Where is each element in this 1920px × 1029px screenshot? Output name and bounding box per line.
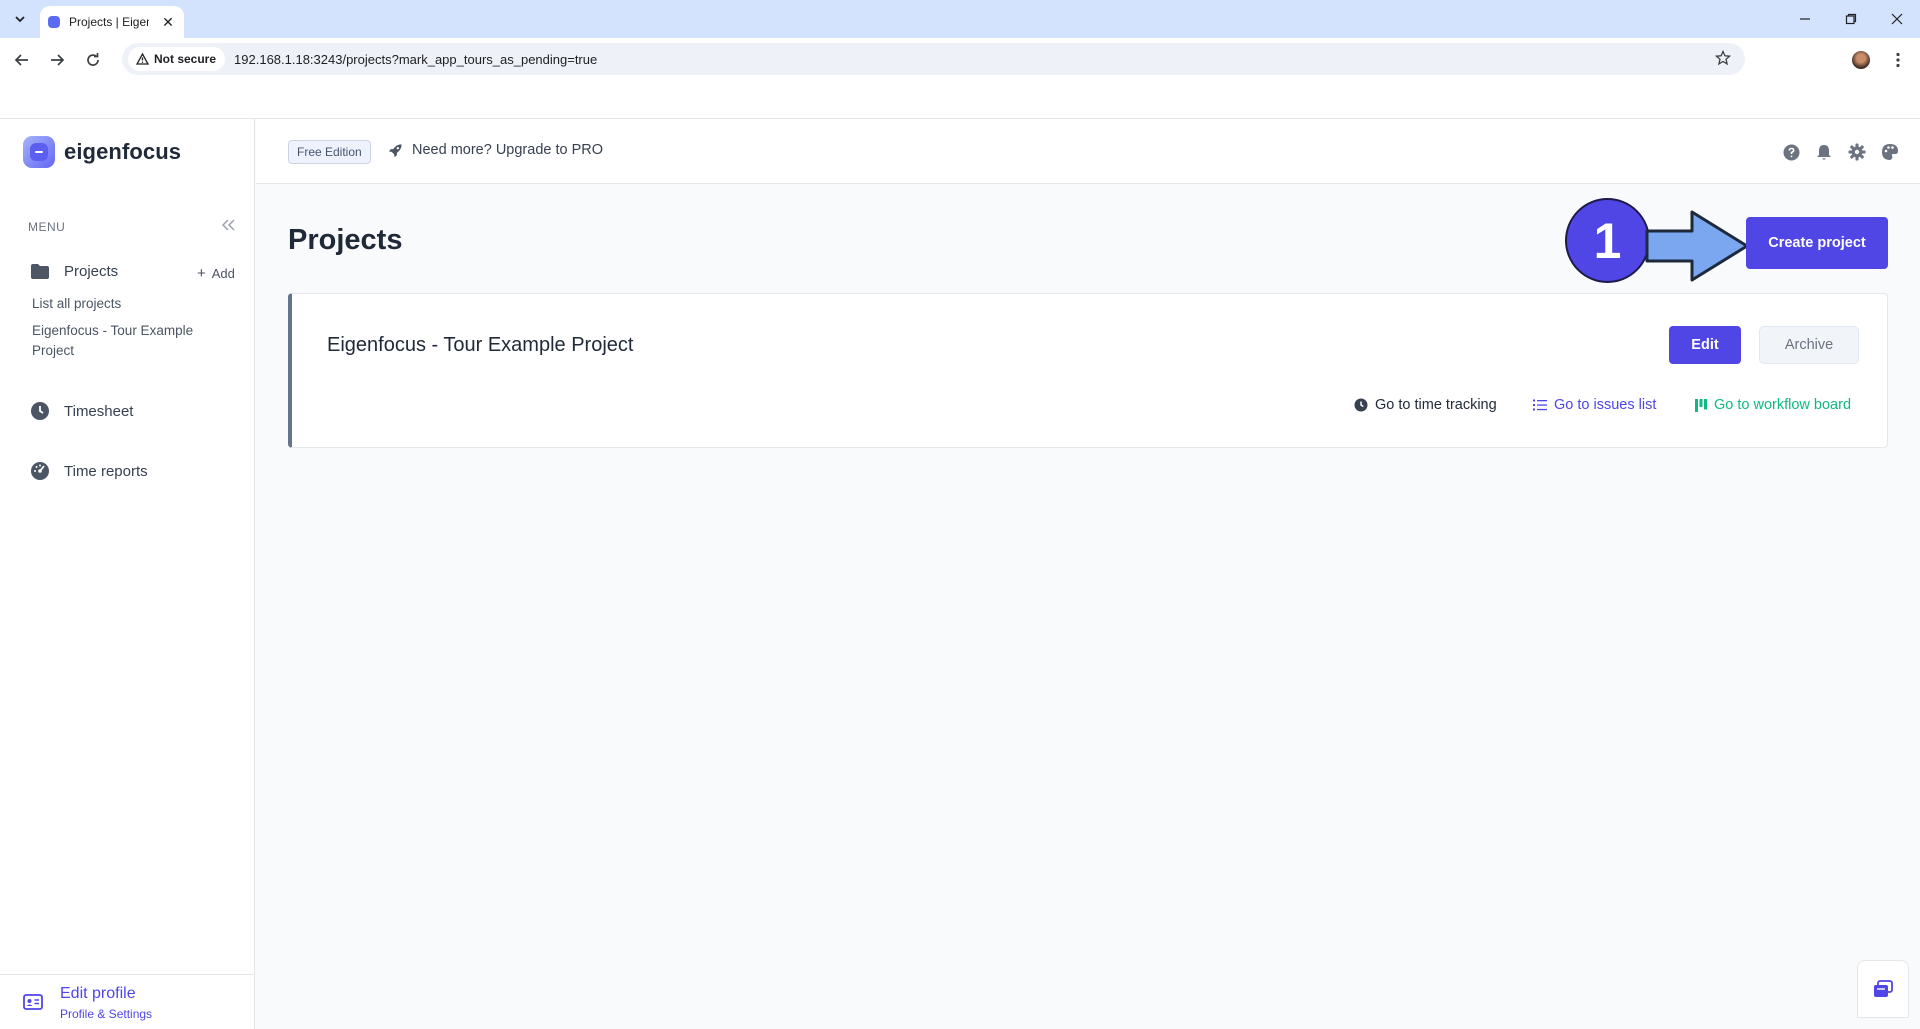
browser-spacer xyxy=(0,80,1920,118)
sidebar-link-list-projects[interactable]: List all projects xyxy=(32,294,121,314)
add-label: Add xyxy=(211,266,235,281)
browser-menu-button[interactable] xyxy=(1888,50,1908,70)
chevron-down-icon xyxy=(15,16,25,23)
address-bar[interactable]: Not secure 192.168.1.18:3243/projects?ma… xyxy=(122,43,1745,75)
brand[interactable]: eigenfocus xyxy=(23,136,181,168)
browser-tab[interactable]: Projects | Eigenfocus ✕ xyxy=(40,6,184,38)
theme-button[interactable] xyxy=(1880,142,1900,162)
help-button[interactable] xyxy=(1781,142,1801,162)
upgrade-link[interactable]: Need more? Upgrade to PRO xyxy=(388,142,603,158)
workflow-board-link[interactable]: Go to workflow board xyxy=(1695,397,1851,413)
close-icon[interactable]: ✕ xyxy=(160,14,176,31)
minimize-button[interactable] xyxy=(1782,0,1828,38)
restore-icon xyxy=(1845,13,1857,25)
sidebar-item-timesheet[interactable]: Timesheet xyxy=(30,401,133,421)
tour-arrow-icon xyxy=(1645,210,1749,282)
edition-badge: Free Edition xyxy=(288,140,371,164)
question-icon xyxy=(1783,144,1799,160)
plus-icon: + xyxy=(197,265,206,282)
sidebar: eigenfocus MENU Projects + Add List all … xyxy=(0,119,255,1029)
forward-button[interactable] xyxy=(43,46,71,74)
clock-icon xyxy=(1354,398,1368,412)
id-card-icon xyxy=(23,994,43,1010)
security-indicator[interactable]: Not secure xyxy=(128,47,226,71)
settings-button[interactable] xyxy=(1847,142,1867,162)
time-tracking-link[interactable]: Go to time tracking xyxy=(1354,397,1497,413)
chevrons-left-icon xyxy=(221,219,235,231)
url-text: 192.168.1.18:3243/projects?mark_app_tour… xyxy=(234,51,598,67)
folder-icon xyxy=(31,264,49,279)
warning-icon xyxy=(136,53,149,65)
logo-icon xyxy=(23,136,55,168)
more-vertical-icon xyxy=(1896,52,1900,68)
restore-button[interactable] xyxy=(1828,0,1874,38)
rocket-icon xyxy=(388,143,402,157)
workflow-board-label: Go to workflow board xyxy=(1714,397,1852,413)
kanban-icon xyxy=(1695,398,1707,412)
menu-label: MENU xyxy=(28,220,66,234)
page-title: Projects xyxy=(288,224,403,256)
arrow-right-icon xyxy=(51,54,65,66)
gear-icon xyxy=(1848,143,1866,161)
issues-list-label: Go to issues list xyxy=(1554,397,1657,413)
collapse-sidebar-button[interactable] xyxy=(220,217,240,237)
edit-profile-link[interactable]: Edit profile xyxy=(60,985,136,1003)
gauge-icon xyxy=(31,462,49,480)
project-name[interactable]: Eigenfocus - Tour Example Project xyxy=(327,334,633,357)
close-icon xyxy=(1891,13,1903,25)
notifications-button[interactable] xyxy=(1814,142,1834,162)
favicon-icon xyxy=(48,16,60,28)
browser-tab-bar: Projects | Eigenfocus ✕ xyxy=(0,0,1920,38)
profile-settings-label: Profile & Settings xyxy=(60,1007,153,1021)
tab-title: Projects | Eigenfocus xyxy=(69,15,149,29)
brand-name: eigenfocus xyxy=(64,139,182,164)
floating-action-button[interactable] xyxy=(1857,960,1909,1018)
back-button[interactable] xyxy=(8,46,36,74)
project-card: Eigenfocus - Tour Example Project Edit A… xyxy=(288,293,1888,448)
issues-list-link[interactable]: Go to issues list xyxy=(1533,397,1656,413)
header-icons xyxy=(1768,142,1900,162)
sidebar-item-projects[interactable]: Projects xyxy=(30,263,118,280)
clock-icon xyxy=(31,402,49,420)
app-header: Free Edition Need more? Upgrade to PRO xyxy=(256,119,1920,184)
time-tracking-label: Go to time tracking xyxy=(1375,397,1497,413)
window-controls xyxy=(1782,0,1920,38)
list-icon xyxy=(1533,399,1547,411)
sidebar-item-label: Time reports xyxy=(64,462,148,480)
bookmark-button[interactable] xyxy=(1714,49,1732,71)
minimize-icon xyxy=(1800,18,1810,20)
browser-toolbar: Not secure 192.168.1.18:3243/projects?ma… xyxy=(0,38,1920,80)
sidebar-item-label: Projects xyxy=(64,263,119,280)
create-project-button[interactable]: Create project xyxy=(1746,217,1888,269)
palette-icon xyxy=(1882,144,1898,160)
sidebar-footer[interactable]: Edit profile Profile & Settings xyxy=(0,974,254,1029)
windows-stack-icon xyxy=(1874,980,1893,997)
tour-step-badge: 1 xyxy=(1565,198,1650,283)
upgrade-text: Need more? Upgrade to PRO xyxy=(412,142,604,158)
add-project-button[interactable]: + Add xyxy=(197,265,235,282)
security-label: Not secure xyxy=(154,52,217,66)
reload-icon xyxy=(87,53,99,66)
reload-button[interactable] xyxy=(79,46,107,74)
sidebar-link-tour-project[interactable]: Eigenfocus - Tour Example Project xyxy=(32,321,222,361)
edit-project-button[interactable]: Edit xyxy=(1669,326,1741,364)
star-icon xyxy=(1714,49,1732,66)
sidebar-item-label: Timesheet xyxy=(64,402,134,420)
archive-project-button[interactable]: Archive xyxy=(1759,326,1859,364)
sidebar-item-time-reports[interactable]: Time reports xyxy=(30,461,148,481)
arrow-left-icon xyxy=(14,54,28,66)
tab-search-button[interactable] xyxy=(8,8,32,30)
bell-icon xyxy=(1817,144,1831,160)
profile-avatar[interactable] xyxy=(1852,51,1870,69)
close-window-button[interactable] xyxy=(1874,0,1920,38)
